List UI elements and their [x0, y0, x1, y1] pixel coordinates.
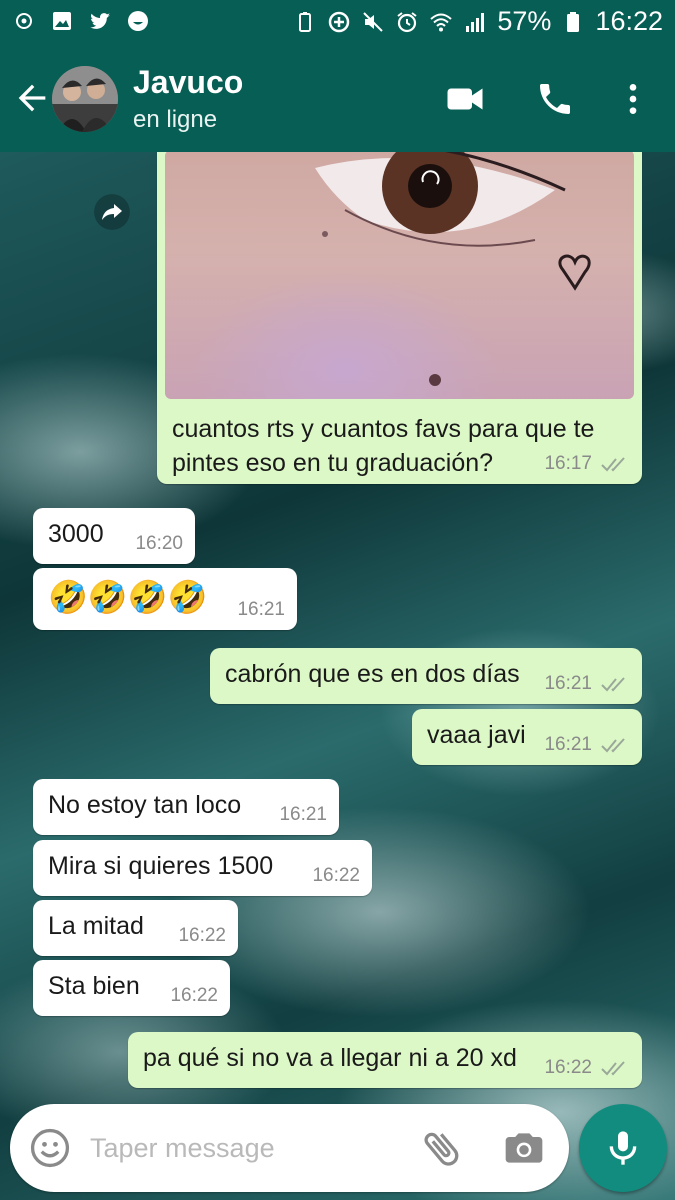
incoming-message[interactable]: Mira si quieres 1500 16:22: [33, 840, 372, 896]
incoming-message[interactable]: La mitad 16:22: [33, 900, 238, 956]
forward-icon[interactable]: [94, 194, 130, 230]
attach-icon[interactable]: [420, 1126, 464, 1170]
message-text: No estoy tan loco: [48, 791, 242, 819]
smiley-icon: [128, 11, 148, 31]
message-time: 16:22: [544, 1057, 592, 1078]
back-arrow-icon[interactable]: [12, 78, 52, 118]
incoming-message[interactable]: No estoy tan loco 16:21: [33, 779, 339, 835]
mute-icon: [363, 11, 384, 32]
outgoing-message[interactable]: pa qué si no va a llegar ni a 20 xd 16:2…: [128, 1032, 642, 1088]
message-text: vaaa javi: [427, 721, 526, 749]
message-meta: 16:22: [544, 1057, 630, 1079]
outgoing-message[interactable]: cabrón que es en dos días 16:21: [210, 648, 642, 704]
camera-icon[interactable]: [502, 1126, 546, 1170]
message-time: 16:21: [544, 673, 592, 694]
emoji-icon[interactable]: [28, 1126, 72, 1170]
contact-status: en ligne: [133, 106, 218, 133]
message-time: 16:20: [135, 533, 183, 554]
eye-photo: [315, 152, 591, 386]
message-text: La mitad: [48, 912, 144, 940]
message-time: 16:17: [544, 453, 592, 474]
status-right: 57% 16:22: [293, 6, 663, 37]
voice-call-button[interactable]: [532, 76, 578, 122]
clock: 16:22: [595, 6, 663, 36]
read-receipt-icon: [601, 457, 625, 472]
signal-icon: [466, 12, 485, 32]
message-text: cabrón que es en dos días: [225, 660, 520, 688]
message-composer: [10, 1104, 569, 1192]
avatar-photo: [52, 66, 118, 132]
message-meta: 16:21: [279, 804, 327, 826]
message-time: 16:21: [279, 804, 327, 825]
message-text: 3000: [48, 520, 104, 548]
message-meta: 16:21: [237, 599, 285, 621]
data-saver-icon: [329, 11, 350, 32]
message-input[interactable]: [90, 1126, 410, 1170]
message-time: 16:22: [170, 985, 218, 1006]
video-call-button[interactable]: [442, 76, 488, 122]
message-photo[interactable]: [165, 152, 634, 399]
battery-percent: 57%: [497, 6, 552, 36]
message-text: Sta bien: [48, 972, 140, 1000]
image-message[interactable]: cuantos rts y cuantos favs para que te p…: [157, 152, 642, 484]
read-receipt-icon: [601, 1061, 625, 1076]
chat-area[interactable]: cuantos rts y cuantos favs para que te p…: [0, 152, 675, 1200]
message-time: 16:21: [544, 734, 592, 755]
message-meta: 16:22: [312, 865, 360, 887]
message-meta: 16:21: [544, 673, 630, 695]
alarm-icon: [397, 11, 417, 32]
message-meta: 16:21: [544, 734, 630, 756]
contact-name[interactable]: Javuco: [133, 64, 243, 101]
chat-header: Javuco en ligne: [0, 46, 675, 152]
message-emoji: 🤣🤣🤣🤣: [48, 579, 208, 615]
message-text: Mira si quieres 1500: [48, 852, 274, 880]
incoming-message[interactable]: 3000 16:20: [33, 508, 195, 564]
twitter-icon: [90, 13, 110, 29]
gallery-icon: [53, 12, 71, 30]
message-meta: 16:22: [170, 985, 218, 1007]
wifi-icon: [430, 13, 453, 31]
read-receipt-icon: [601, 677, 625, 692]
message-time: 16:22: [312, 865, 360, 886]
message-meta: 16:22: [178, 925, 226, 947]
battery-saver-icon: [299, 11, 312, 32]
app-notification-icon: [16, 13, 32, 29]
message-text: pa qué si no va a llegar ni a 20 xd: [143, 1044, 517, 1072]
message-meta: 16:17: [544, 453, 630, 475]
mic-button[interactable]: [579, 1104, 667, 1192]
status-bar: 57% 16:22: [0, 0, 675, 46]
message-meta: 16:20: [135, 533, 183, 555]
message-time: 16:22: [178, 925, 226, 946]
incoming-message[interactable]: 🤣🤣🤣🤣 16:21: [33, 568, 297, 630]
read-receipt-icon: [601, 738, 625, 753]
mic-icon: [609, 1131, 637, 1165]
message-time: 16:21: [237, 599, 285, 620]
more-options-button[interactable]: [610, 76, 656, 122]
incoming-message[interactable]: Sta bien 16:22: [33, 960, 230, 1016]
avatar[interactable]: [52, 66, 118, 132]
battery-icon: [567, 11, 580, 32]
more-options-icon: [629, 84, 637, 114]
phone-icon: [540, 84, 570, 114]
status-left-icons: [12, 9, 150, 33]
video-call-icon: [447, 88, 483, 110]
outgoing-message[interactable]: vaaa javi 16:21: [412, 709, 642, 765]
